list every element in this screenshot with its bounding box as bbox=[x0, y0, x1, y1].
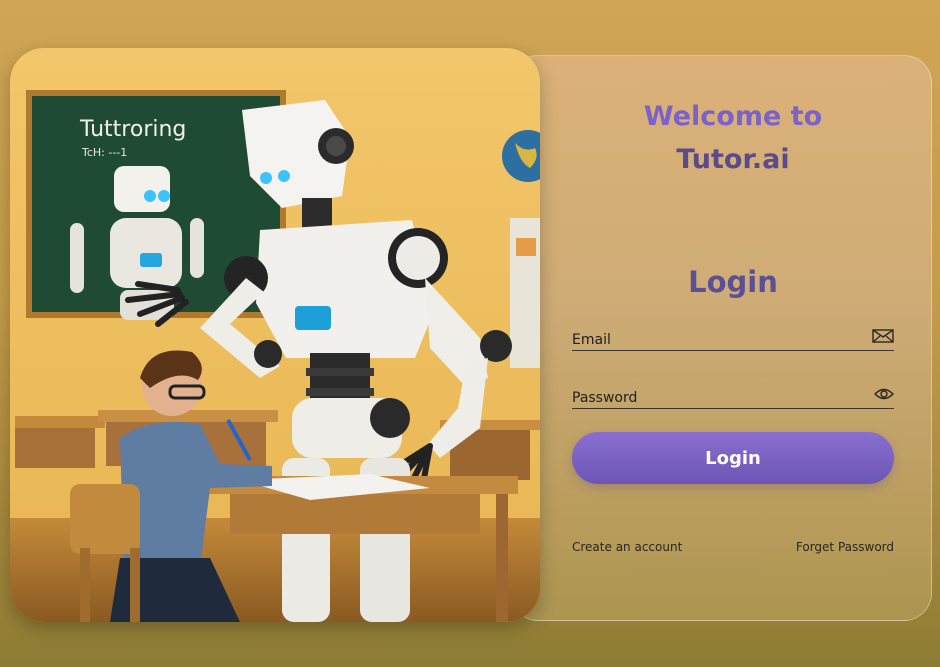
login-title: Login bbox=[688, 265, 778, 299]
password-field[interactable]: Password bbox=[572, 384, 894, 409]
eye-icon[interactable] bbox=[874, 386, 894, 405]
welcome-heading: Welcome to bbox=[643, 101, 823, 132]
brand-name: Tutor.ai bbox=[676, 144, 790, 175]
email-field[interactable]: Email bbox=[572, 326, 894, 351]
email-label: Email bbox=[572, 332, 611, 348]
password-label: Password bbox=[572, 390, 638, 406]
hero-image: Tuttroring TcH: ---1 bbox=[10, 48, 540, 622]
envelope-icon bbox=[872, 328, 894, 347]
chalkboard-text: Tuttroring bbox=[79, 117, 186, 142]
chalkboard-subtext: TcH: ---1 bbox=[81, 146, 127, 159]
login-button[interactable]: Login bbox=[572, 432, 894, 484]
create-account-link[interactable]: Create an account bbox=[572, 540, 682, 554]
forget-password-link[interactable]: Forget Password bbox=[796, 540, 894, 554]
